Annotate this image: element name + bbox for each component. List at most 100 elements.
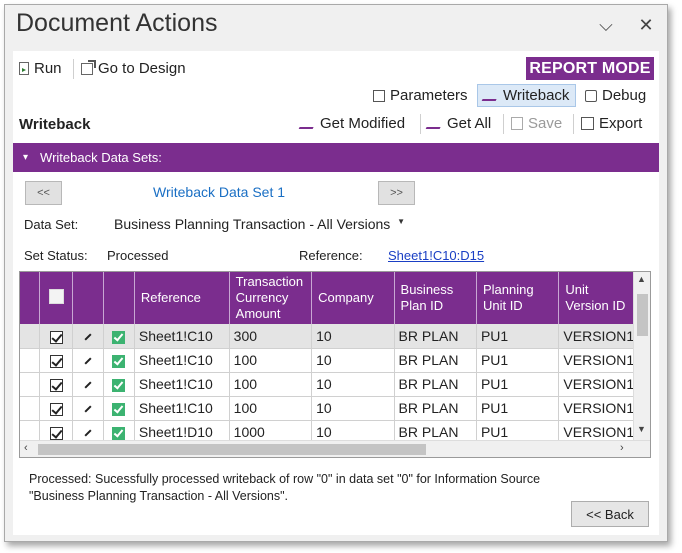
get-modified-button[interactable]: Get Modified [298, 115, 406, 132]
cell-unit-id: PU1 [476, 396, 560, 421]
cell-unit-id: PU1 [476, 348, 560, 373]
cell-amount: 100 [229, 372, 313, 397]
export-icon [581, 117, 594, 130]
horizontal-scroll-thumb[interactable] [38, 444, 426, 455]
success-check-icon [112, 402, 126, 416]
cell-plan-id: BR PLAN [394, 348, 477, 373]
grid-vertical-scrollbar[interactable]: ▲ ▼ [633, 272, 650, 440]
cell-plan-id: BR PLAN [394, 324, 477, 349]
export-button[interactable]: Export [581, 115, 642, 132]
cell-version-id: VERSION1 [558, 372, 642, 397]
data-set-title: Writeback Data Set 1 [153, 184, 286, 200]
row-checkbox[interactable] [49, 378, 63, 392]
cell-company: 10 [311, 396, 395, 421]
scroll-down-icon[interactable]: ▼ [637, 424, 646, 434]
writeback-data-sets-bar[interactable]: ▾ Writeback Data Sets: [13, 143, 659, 172]
row-checkbox-cell[interactable] [39, 396, 74, 421]
row-checkbox[interactable] [49, 426, 63, 440]
main-panel: Run Go to Design REPORT MODE Parameters … [13, 51, 659, 535]
row-checkbox-cell[interactable] [39, 324, 74, 349]
save-button[interactable]: Save [511, 115, 562, 132]
tab-debug-label: Debug [602, 87, 647, 104]
writeback-grid: Reference Transaction Currency Amount Co… [19, 271, 651, 458]
reference-link[interactable]: Sheet1!C10:D15 [388, 248, 484, 263]
select-all-header[interactable] [39, 272, 74, 324]
get-all-label: Get All [447, 115, 492, 132]
writeback-data-sets-label: Writeback Data Sets: [40, 150, 162, 165]
table-row[interactable]: Sheet1!C10 100 10 BR PLAN PU1 VERSION1 [20, 372, 650, 397]
grid-horizontal-scrollbar[interactable]: ‹ › [20, 440, 650, 457]
row-status-cell [103, 348, 135, 373]
table-row[interactable]: Sheet1!C10 100 10 BR PLAN PU1 VERSION1 [20, 348, 650, 373]
success-check-icon [112, 378, 126, 392]
writeback-section-label: Writeback [19, 116, 91, 133]
table-row[interactable]: Sheet1!C10 100 10 BR PLAN PU1 VERSION1 [20, 396, 650, 421]
cell-reference: Sheet1!C10 [134, 348, 230, 373]
data-set-select[interactable]: Business Planning Transaction - All Vers… [109, 213, 411, 235]
row-checkbox[interactable] [49, 330, 63, 344]
row-checkbox-cell[interactable] [39, 348, 74, 373]
cell-amount: 100 [229, 348, 313, 373]
tab-parameters-label: Parameters [390, 87, 468, 104]
scroll-left-icon[interactable]: ‹ [24, 442, 28, 454]
toolbar-divider [503, 114, 504, 134]
writeback-table: Reference Transaction Currency Amount Co… [20, 272, 650, 445]
cell-company: 10 [311, 348, 395, 373]
pencil-icon [84, 405, 92, 413]
data-set-label: Data Set: [24, 217, 79, 232]
row-checkbox[interactable] [49, 402, 63, 416]
row-edit-cell [72, 372, 104, 397]
get-modified-label: Get Modified [320, 115, 406, 132]
cell-unit-id: PU1 [476, 372, 560, 397]
row-checkbox-cell[interactable] [39, 372, 74, 397]
cell-reference: Sheet1!C10 [134, 372, 230, 397]
go-to-design-label: Go to Design [98, 60, 186, 77]
cell-plan-id: BR PLAN [394, 372, 477, 397]
tab-debug[interactable]: Debug [585, 87, 646, 104]
go-to-design-button[interactable]: Go to Design [81, 59, 186, 77]
tab-writeback[interactable]: Writeback [477, 84, 577, 107]
get-all-button[interactable]: Get All [425, 115, 492, 132]
select-all-checkbox[interactable] [48, 288, 64, 304]
scroll-up-icon[interactable]: ▲ [637, 274, 646, 284]
table-row[interactable]: Sheet1!C10 300 10 BR PLAN PU1 VERSION1 [20, 324, 650, 349]
toolbar-divider [573, 114, 574, 134]
column-header[interactable]: Planning Unit ID [476, 272, 560, 324]
column-header[interactable]: Reference [134, 272, 230, 324]
back-button[interactable]: << Back [571, 501, 649, 527]
column-header[interactable]: Transaction Currency Amount [229, 272, 313, 324]
run-button[interactable]: Run [19, 60, 62, 77]
success-check-icon [112, 330, 126, 344]
get-modified-icon [298, 118, 318, 129]
cell-version-id: VERSION1 [558, 324, 642, 349]
cell-plan-id: BR PLAN [394, 396, 477, 421]
column-header[interactable]: Unit Version ID [558, 272, 642, 324]
column-header[interactable]: Company [311, 272, 395, 324]
column-header[interactable]: Business Plan ID [394, 272, 477, 324]
edit-header [72, 272, 104, 324]
row-indicator-cell [20, 348, 41, 373]
row-checkbox[interactable] [49, 354, 63, 368]
collapse-chevron-icon[interactable]: ⌵ [595, 15, 617, 36]
toolbar-divider [73, 59, 74, 79]
window-title: Document Actions [16, 9, 218, 37]
chevron-down-icon: ▾ [23, 152, 29, 163]
data-set-value: Business Planning Transaction - All Vers… [114, 216, 391, 232]
scroll-right-icon[interactable]: › [620, 442, 624, 454]
tab-parameters[interactable]: Parameters [373, 87, 468, 104]
set-status-label: Set Status: [24, 248, 88, 263]
row-edit-cell [72, 396, 104, 421]
tab-writeback-label: Writeback [503, 87, 570, 104]
grid-header-row: Reference Transaction Currency Amount Co… [20, 272, 650, 324]
next-data-set-button[interactable]: >> [378, 181, 415, 205]
save-label: Save [528, 115, 563, 132]
row-edit-cell [72, 324, 104, 349]
row-status-cell [103, 372, 135, 397]
close-icon[interactable]: ✕ [635, 15, 657, 36]
previous-data-set-button[interactable]: << [25, 181, 62, 205]
success-check-icon [112, 354, 126, 368]
status-header [103, 272, 135, 324]
cell-reference: Sheet1!C10 [134, 324, 230, 349]
cell-version-id: VERSION1 [558, 396, 642, 421]
vertical-scroll-thumb[interactable] [637, 294, 648, 336]
